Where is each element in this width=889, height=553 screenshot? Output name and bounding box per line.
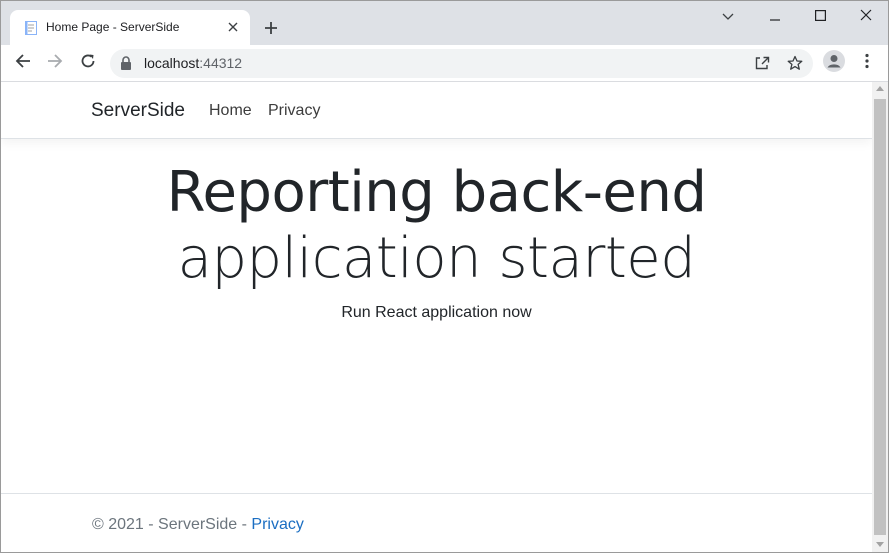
- profile-button[interactable]: [822, 49, 846, 77]
- footer-copyright: © 2021 - ServerSide -: [92, 516, 252, 533]
- tab-strip: Home Page - ServerSide: [1, 1, 888, 45]
- hero-section: Reporting back-end application started R…: [1, 160, 872, 322]
- url-host: localhost: [144, 55, 200, 71]
- share-icon[interactable]: [752, 53, 772, 73]
- page-scrollbar[interactable]: [872, 82, 888, 552]
- maximize-button[interactable]: [808, 7, 832, 27]
- footer-text: © 2021 - ServerSide - Privacy: [92, 516, 304, 534]
- address-bar[interactable]: localhost:44312: [110, 49, 813, 78]
- back-button[interactable]: [11, 51, 35, 75]
- avatar-icon: [823, 49, 845, 77]
- hero-lead-text: Run React application now: [341, 304, 532, 321]
- arrow-left-icon: [15, 53, 31, 74]
- tab-search-button[interactable]: [716, 7, 740, 27]
- browser-window: Home Page - ServerSide localhost:44312 S…: [0, 0, 889, 553]
- navbar-brand[interactable]: ServerSide: [91, 100, 185, 122]
- browser-toolbar: localhost:44312: [1, 45, 888, 82]
- scroll-down-arrow-icon[interactable]: [876, 542, 884, 547]
- nav-link-privacy[interactable]: Privacy: [268, 102, 320, 120]
- scroll-up-arrow-icon[interactable]: [876, 86, 884, 91]
- nav-link-home[interactable]: Home: [209, 102, 252, 120]
- site-navbar: ServerSide Home Privacy: [1, 82, 872, 139]
- reload-icon: [80, 53, 96, 74]
- url-port: :44312: [199, 55, 243, 71]
- url-text[interactable]: localhost:44312: [144, 55, 242, 71]
- browser-tab[interactable]: Home Page - ServerSide: [10, 10, 250, 45]
- site-footer: © 2021 - ServerSide - Privacy: [1, 493, 872, 552]
- document-icon: [23, 20, 39, 36]
- hero-heading-line-1: Reporting back-end: [166, 160, 707, 225]
- menu-button[interactable]: [855, 51, 879, 75]
- tab-title: Home Page - ServerSide: [46, 20, 180, 34]
- page-viewport: ServerSide Home Privacy Reporting back-e…: [1, 82, 872, 552]
- forward-button[interactable]: [43, 51, 67, 75]
- chevron-down-icon: [722, 8, 734, 26]
- close-icon: [860, 8, 872, 26]
- hero-heading-line-2: application started: [177, 226, 696, 291]
- new-tab-button[interactable]: [259, 16, 283, 40]
- tab-close-icon[interactable]: [225, 19, 241, 35]
- arrow-right-icon: [47, 53, 63, 74]
- minimize-icon: [769, 8, 781, 26]
- minimize-button[interactable]: [763, 7, 787, 27]
- lock-icon[interactable]: [120, 56, 134, 71]
- close-window-button[interactable]: [854, 7, 878, 27]
- maximize-icon: [814, 8, 826, 26]
- reload-button[interactable]: [76, 51, 100, 75]
- footer-privacy-link[interactable]: Privacy: [251, 516, 303, 533]
- scrollbar-thumb[interactable]: [874, 99, 886, 535]
- kebab-menu-icon: [865, 53, 869, 74]
- bookmark-star-icon[interactable]: [785, 53, 805, 73]
